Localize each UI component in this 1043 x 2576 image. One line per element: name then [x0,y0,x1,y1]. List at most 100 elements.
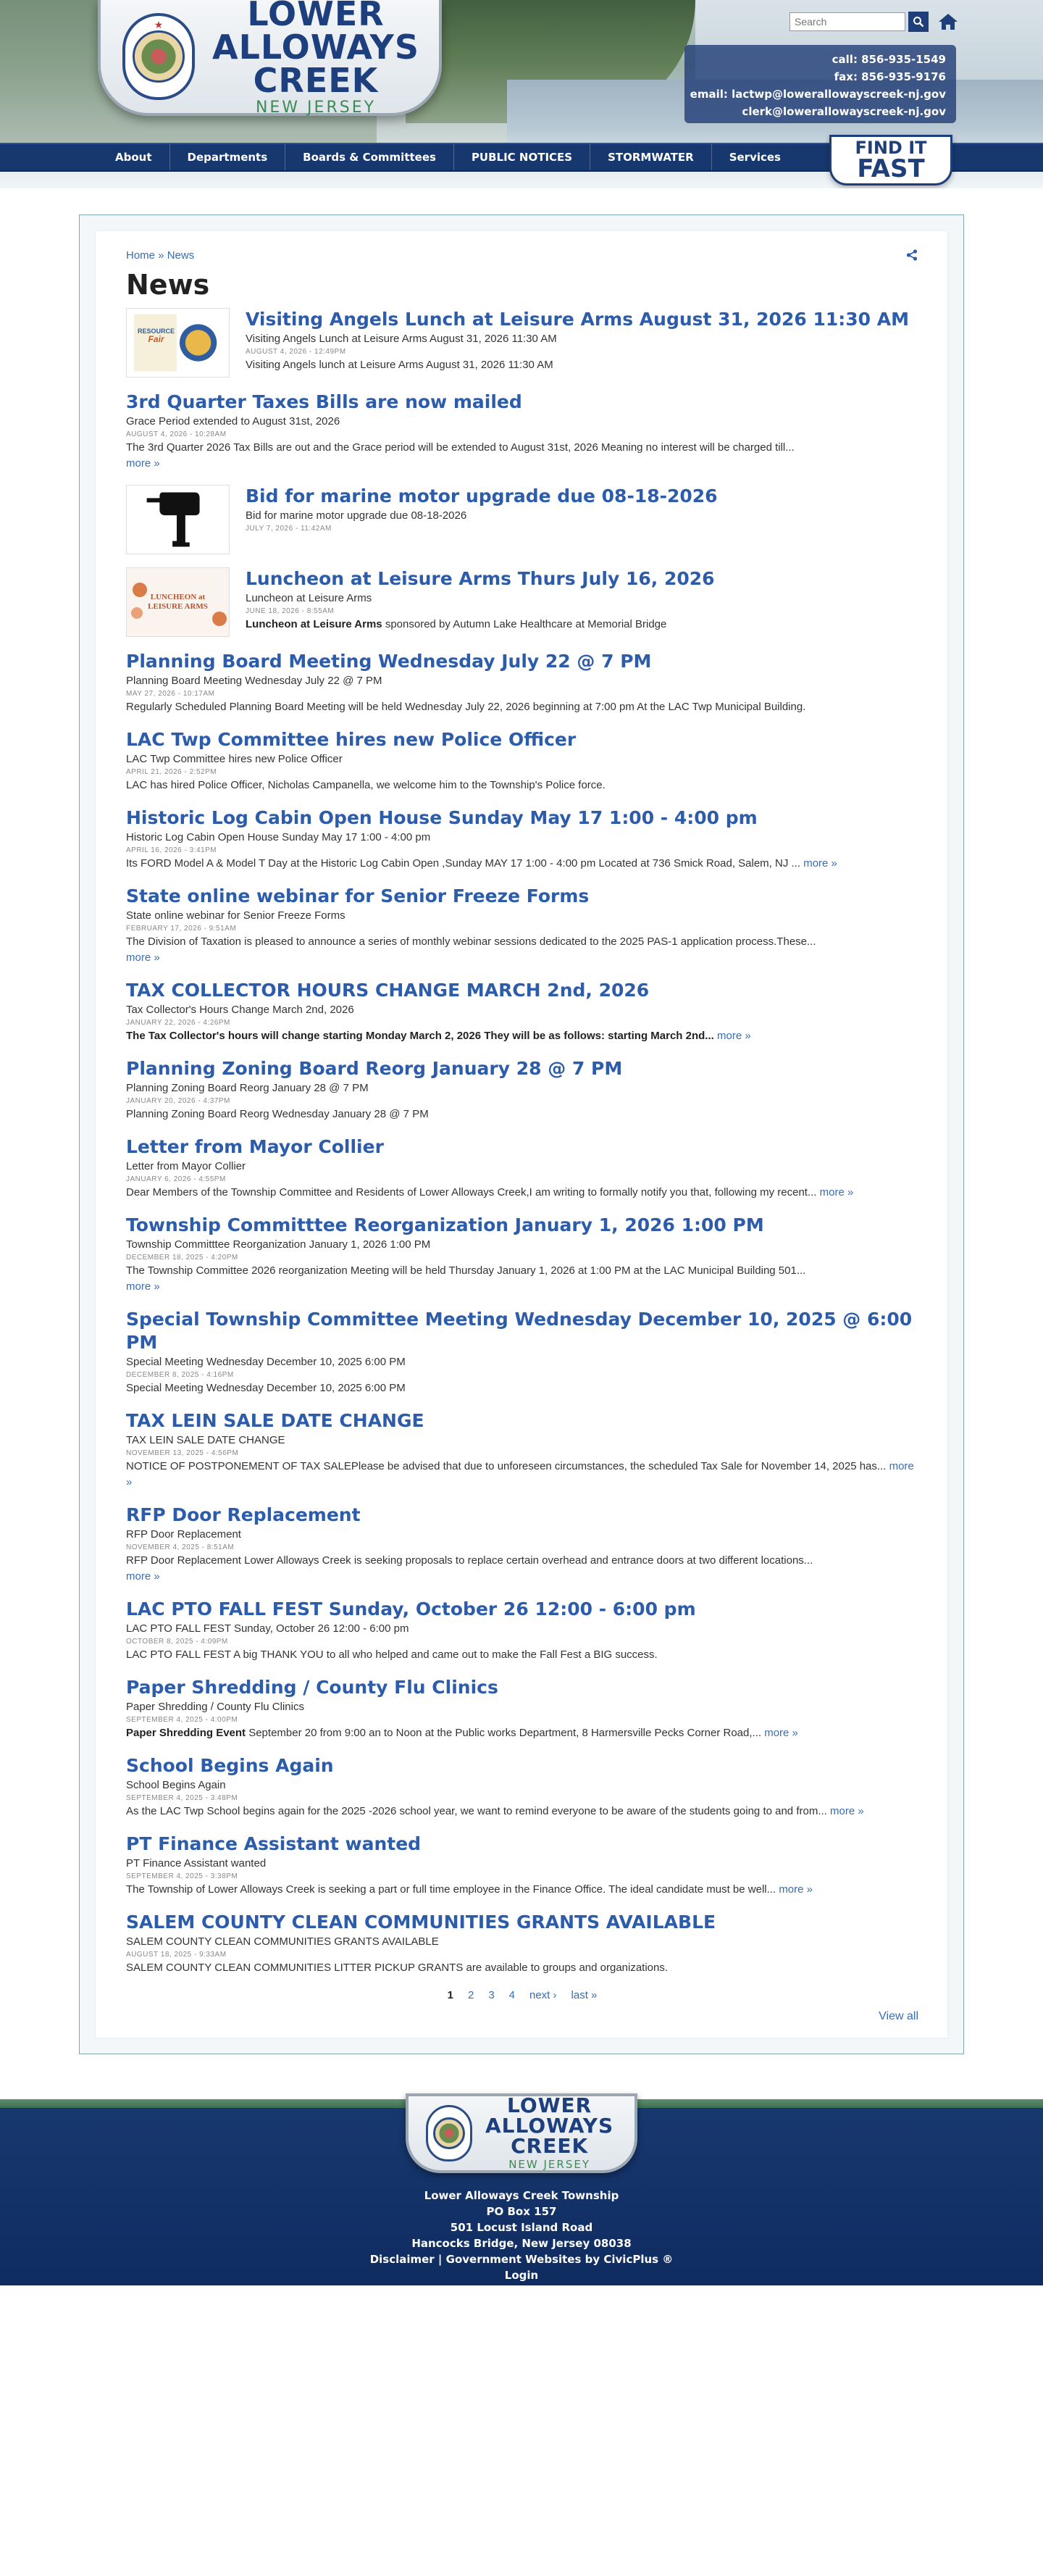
more-link[interactable]: more » [126,1570,160,1583]
news-summary: Planning Zoning Board Reorg Wednesday Ja… [126,1108,429,1120]
more-link[interactable]: more » [830,1805,864,1817]
news-item: Historic Log Cabin Open House Sunday May… [126,806,918,872]
more-link[interactable]: more » [717,1030,751,1042]
breadcrumb-news[interactable]: News [167,249,195,262]
page-last[interactable]: last » [571,1989,598,2001]
news-title[interactable]: TAX LEIN SALE DATE CHANGE [126,1409,918,1433]
news-title[interactable]: RFP Door Replacement [126,1504,918,1527]
content-frame: Home » News News RESOURCE Fair Visiting … [79,214,964,2054]
news-title[interactable]: Historic Log Cabin Open House Sunday May… [126,806,918,830]
news-title[interactable]: Paper Shredding / County Flu Clinics [126,1676,918,1699]
contact-email-lactwp[interactable]: email: lactwp@lowerallowayscreek-nj.gov [684,86,946,103]
more-link[interactable]: more » [820,1186,854,1199]
more-link[interactable]: more » [803,857,837,870]
news-title[interactable]: PT Finance Assistant wanted [126,1833,918,1856]
search-input[interactable] [789,12,905,31]
nav-boards-committees[interactable]: Boards & Committees [285,144,454,170]
township-seal-icon: ★ [122,13,195,100]
news-subtitle: Historic Log Cabin Open House Sunday May… [126,831,431,843]
news-title[interactable]: Township Committtee Reorganization Janua… [126,1214,918,1237]
share-icon[interactable] [905,249,918,262]
footer-login-link[interactable]: Login [0,2267,1043,2283]
logo-line-alloways: ALLOWAYS [212,27,419,67]
page-1: 1 [447,1989,453,2001]
news-subtitle: Tax Collector's Hours Change March 2nd, … [126,1004,354,1016]
news-item: Township Committtee Reorganization Janua… [126,1214,918,1295]
more-link[interactable]: more » [779,1883,813,1896]
news-title[interactable]: Planning Board Meeting Wednesday July 22… [126,650,918,673]
view-all-link[interactable]: View all [126,2010,918,2023]
news-item: Bid for marine motor upgrade due 08-18-2… [126,485,918,554]
news-subtitle: Paper Shredding / County Flu Clinics [126,1701,304,1713]
news-summary: The Township Committee 2026 reorganizati… [126,1264,806,1293]
footer-disclaimer-links[interactable]: Disclaimer | Government Websites by Civi… [0,2251,1043,2267]
news-title[interactable]: Special Township Committee Meeting Wedne… [126,1308,918,1354]
news-title[interactable]: Planning Zoning Board Reorg January 28 @… [126,1057,918,1080]
news-item: RFP Door Replacement RFP Door Replacemen… [126,1504,918,1585]
news-subtitle: Letter from Mayor Collier [126,1160,246,1172]
news-date: MAY 27, 2026 - 10:17AM [126,690,215,698]
nav-about[interactable]: About [98,144,170,170]
news-thumbnail-resource-fair[interactable]: RESOURCE Fair [126,308,230,378]
news-date: OCTOBER 8, 2025 - 4:09PM [126,1638,228,1646]
logo-text: LOWER ALLOWAYS CREEK NEW JERSEY [212,0,419,117]
home-button[interactable] [936,12,960,32]
more-link[interactable]: more » [764,1727,798,1739]
find-it-fast-button[interactable]: FIND IT FAST [829,135,952,186]
news-summary: NOTICE OF POSTPONEMENT OF TAX SALEPlease… [126,1460,914,1488]
nav-services[interactable]: Services [712,144,798,170]
news-summary: The Division of Taxation is pleased to a… [126,935,816,964]
news-item: 3rd Quarter Taxes Bills are now mailed G… [126,391,918,472]
news-summary: Special Meeting Wednesday December 10, 2… [126,1382,406,1394]
news-title[interactable]: Luncheon at Leisure Arms Thurs July 16, … [246,567,918,591]
news-title[interactable]: LAC Twp Committee hires new Police Offic… [126,728,918,751]
news-title[interactable]: School Begins Again [126,1754,918,1777]
news-title[interactable]: Bid for marine motor upgrade due 08-18-2… [246,485,918,508]
thumb-fair-label: Fair [148,334,164,344]
footer-logo-line-alloways: ALLOWAYS [485,2114,614,2138]
nav-public-notices[interactable]: PUBLIC NOTICES [454,144,591,170]
news-thumbnail-outboard-motor[interactable] [126,485,230,554]
more-link[interactable]: more » [126,951,160,964]
page-3[interactable]: 3 [488,1989,494,2001]
contact-email-clerk[interactable]: clerk@lowerallowayscreek-nj.gov [684,103,946,120]
pagination: 1 2 3 4 next › last » [126,1989,918,2001]
news-title[interactable]: Letter from Mayor Collier [126,1135,918,1159]
news-date: SEPTEMBER 4, 2025 - 3:48PM [126,1794,238,1802]
contact-phone[interactable]: call: 856-935-1549 [684,51,946,68]
site-header: ★ LOWER ALLOWAYS CREEK NEW JERSEY call: … [0,0,1043,188]
search-button[interactable] [908,12,929,32]
page-next[interactable]: next › [529,1989,557,2001]
nav-departments[interactable]: Departments [170,144,286,170]
news-summary: As the LAC Twp School begins again for t… [126,1805,864,1817]
main-content: Home » News News RESOURCE Fair Visiting … [0,188,1043,2054]
nav-stormwater[interactable]: STORMWATER [590,144,712,170]
news-title[interactable]: LAC PTO FALL FEST Sunday, October 26 12:… [126,1598,918,1621]
site-logo[interactable]: ★ LOWER ALLOWAYS CREEK NEW JERSEY [98,0,442,117]
page-title: News [126,269,210,301]
news-subtitle: Planning Board Meeting Wednesday July 22… [126,675,382,687]
news-item: TAX COLLECTOR HOURS CHANGE MARCH 2nd, 20… [126,979,918,1044]
news-title[interactable]: SALEM COUNTY CLEAN COMMUNITIES GRANTS AV… [126,1911,918,1934]
page-4[interactable]: 4 [509,1989,515,2001]
more-link[interactable]: more » [126,1280,160,1293]
breadcrumb-home[interactable]: Home [126,249,155,262]
news-title[interactable]: Visiting Angels Lunch at Leisure Arms Au… [246,308,918,331]
news-subtitle: Bid for marine motor upgrade due 08-18-2… [246,509,467,522]
footer-logo[interactable]: LOWER ALLOWAYS CREEK NEW JERSEY [406,2093,637,2173]
fast-label: FAST [857,154,925,183]
news-title[interactable]: 3rd Quarter Taxes Bills are now mailed [126,391,918,414]
search-bar [789,12,960,32]
news-summary: SALEM COUNTY CLEAN COMMUNITIES LITTER PI… [126,1962,669,1974]
page-2[interactable]: 2 [468,1989,474,2001]
news-date: JANUARY 22, 2026 - 4:26PM [126,1019,230,1027]
news-title[interactable]: TAX COLLECTOR HOURS CHANGE MARCH 2nd, 20… [126,979,918,1002]
logo-line-creek: CREEK [253,60,379,100]
news-title[interactable]: State online webinar for Senior Freeze F… [126,885,918,908]
news-thumbnail-luncheon[interactable]: LUNCHEON at LEISURE ARMS [126,567,230,637]
contact-fax: fax: 856-935-9176 [834,70,946,83]
news-subtitle: Planning Zoning Board Reorg January 28 @… [126,1082,369,1094]
news-subtitle: SALEM COUNTY CLEAN COMMUNITIES GRANTS AV… [126,1935,439,1948]
thumb-leisure-arms-label: LEISURE ARMS [148,602,208,611]
more-link[interactable]: more » [126,457,160,470]
